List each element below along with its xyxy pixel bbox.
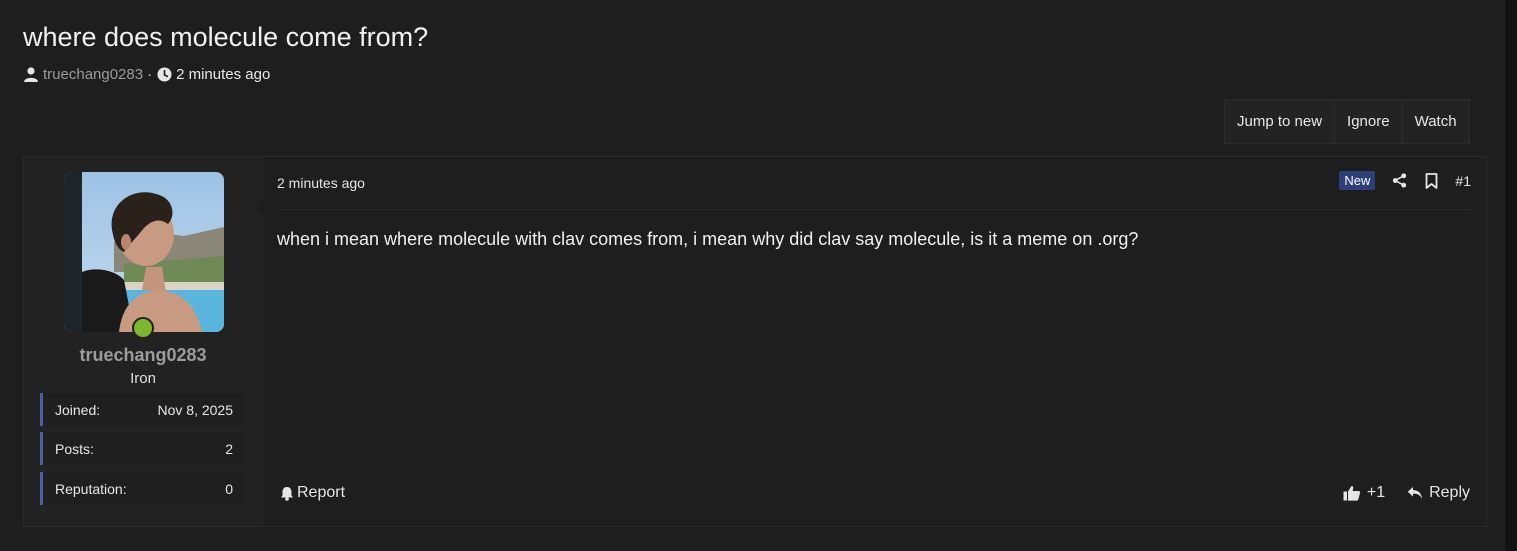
report-label: Report [297, 484, 346, 501]
meta-separator: · [147, 66, 153, 83]
thread-title: where does molecule come from? [23, 22, 429, 52]
scrollbar-gutter[interactable] [1505, 0, 1517, 551]
jump-to-new-button[interactable]: Jump to new [1225, 100, 1336, 143]
like-button[interactable]: +1 [1343, 484, 1385, 502]
user-rank: Iron [130, 370, 156, 387]
report-button[interactable]: Report [279, 484, 345, 502]
reply-label: Reply [1429, 484, 1470, 501]
bookmark-icon[interactable] [1423, 172, 1439, 189]
post: truechang0283 Iron Joined: Nov 8, 2025 P… [23, 156, 1487, 527]
stat-label: Reputation: [55, 480, 127, 497]
post-time[interactable]: 2 minutes ago [277, 175, 365, 191]
new-badge: New [1339, 171, 1376, 190]
share-icon[interactable] [1391, 173, 1407, 189]
reply-button[interactable]: Reply [1407, 484, 1470, 502]
stat-label: Posts: [55, 440, 94, 457]
thread-action-buttons: Jump to new Ignore Watch [1224, 99, 1470, 144]
thumbs-up-icon [1343, 485, 1361, 501]
watch-button[interactable]: Watch [1403, 100, 1469, 143]
online-status-dot [132, 317, 154, 339]
like-count: +1 [1366, 484, 1386, 501]
stat-value: Nov 8, 2025 [157, 401, 234, 418]
post-footer-actions: +1 Reply [1343, 484, 1470, 502]
user-icon [23, 67, 39, 83]
thread-meta: truechang0283 · 2 minutes ago [23, 66, 270, 83]
reply-icon [1407, 485, 1423, 501]
stat-label: Joined: [55, 401, 101, 418]
post-header-divider [277, 209, 1471, 210]
avatar[interactable] [64, 172, 224, 332]
bell-icon [279, 485, 295, 501]
post-arrow [254, 197, 264, 217]
stat-joined: Joined: Nov 8, 2025 [40, 393, 245, 426]
clock-icon [156, 67, 172, 83]
post-header-actions: New #1 [1339, 171, 1471, 190]
thread-author-link[interactable]: truechang0283 [43, 66, 143, 83]
stat-reputation: Reputation: 0 [40, 472, 245, 505]
post-user-cell: truechang0283 Iron Joined: Nov 8, 2025 P… [24, 157, 263, 526]
thread-time[interactable]: 2 minutes ago [176, 66, 270, 83]
stat-posts: Posts: 2 [40, 432, 245, 465]
page: where does molecule come from? truechang… [0, 0, 1505, 551]
ignore-button[interactable]: Ignore [1335, 100, 1403, 143]
stat-value: 2 [225, 440, 233, 457]
post-username[interactable]: truechang0283 [24, 345, 262, 366]
post-number-link[interactable]: #1 [1455, 173, 1471, 189]
stat-value: 0 [225, 480, 233, 497]
post-body: when i mean where molecule with clav com… [277, 229, 1139, 249]
